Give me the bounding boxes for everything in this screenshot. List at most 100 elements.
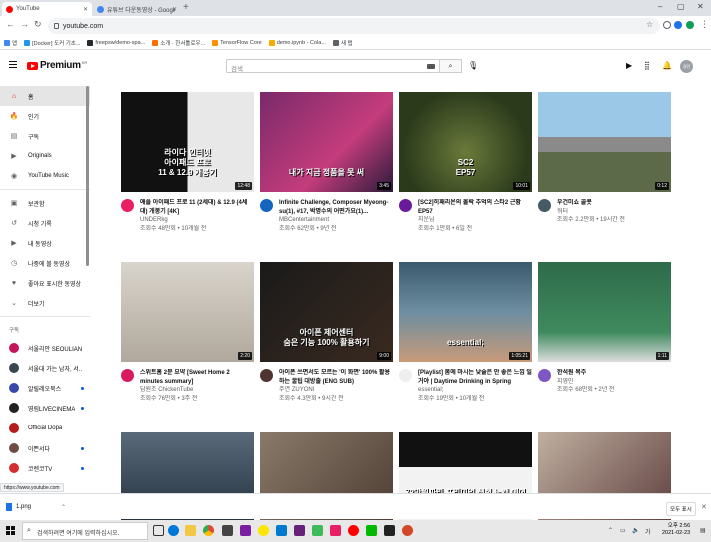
back-button[interactable]: ← bbox=[6, 19, 15, 29]
video-card[interactable]: SC2 EP57 10:01 [SC2]히패리온의 몰락 추억의 스타2 근황 EP… bbox=[399, 92, 532, 233]
video-thumbnail[interactable]: 라이다 인터넷 아이패드 프로 11 & 12.9 개봉기 12:48 bbox=[121, 92, 254, 192]
apps-grid-icon[interactable]: ⣿ bbox=[644, 61, 650, 70]
video-card[interactable]: 2:20 스위트홈 2분 요약 [Sweet Home 2 minutes sum… bbox=[121, 262, 254, 403]
minimize-button[interactable]: – bbox=[658, 2, 662, 11]
system-clock[interactable]: 오후 2:56 2021-02-23 bbox=[662, 523, 690, 537]
video-card[interactable]: 아이폰 제어센터 숨은 기능 100% 활용하기 9:00 아이폰 쓰면서도 모르는… bbox=[260, 262, 393, 403]
video-thumbnail[interactable]: essential; 1:05:21 bbox=[399, 262, 532, 362]
network-icon[interactable]: ▭ bbox=[620, 527, 626, 534]
profile-icon[interactable] bbox=[686, 21, 694, 29]
video-thumbnail[interactable]: SC2 EP57 10:01 bbox=[399, 92, 532, 192]
sidebar-item[interactable]: ↺ 시청 기록 bbox=[0, 213, 90, 233]
video-card[interactable]: essential; 1:05:21 [Playlist] 봄에 마시는 낮술은 안… bbox=[399, 262, 532, 403]
terminal-icon[interactable] bbox=[384, 525, 395, 536]
sidebar-scrollbar[interactable] bbox=[86, 86, 89, 266]
bookmark-item[interactable]: [Docker] 도커 기초... bbox=[24, 39, 80, 47]
video-thumbnail[interactable]: 0:12 bbox=[538, 92, 671, 192]
subscription-item[interactable]: 영림LIVECINEMA bbox=[0, 398, 90, 418]
sidebar-item[interactable]: ◷ 나중에 볼 동영상 bbox=[0, 253, 90, 273]
tab-google-search[interactable]: 유튜브 다운동영상 - Google 검 ✕ bbox=[93, 2, 181, 16]
close-downloads-icon[interactable]: ✕ bbox=[701, 503, 707, 511]
keyboard-icon[interactable] bbox=[427, 64, 435, 69]
channel-name[interactable]: 워터 bbox=[557, 208, 625, 217]
bookmark-item[interactable]: freepsw/demo-spa... bbox=[87, 39, 145, 46]
app-icon[interactable] bbox=[366, 525, 377, 536]
video-card[interactable]: 라이다 인터넷 아이패드 프로 11 & 12.9 개봉기 12:48 애플 아이패… bbox=[121, 92, 254, 233]
bookmark-item[interactable]: demo.ipynb - Cola... bbox=[268, 39, 326, 46]
app-icon[interactable] bbox=[312, 525, 323, 536]
youtube-premium-logo[interactable]: Premium KR bbox=[27, 60, 87, 71]
microphone-icon[interactable]: 🎙 bbox=[468, 61, 478, 70]
video-card[interactable]: 내가 지금 정품을 못 써 3:45 Infinite Challenge, Com… bbox=[260, 92, 393, 233]
create-video-icon[interactable]: ▶ bbox=[626, 61, 632, 70]
channel-name[interactable]: 주연 ZUYONI bbox=[279, 386, 393, 395]
channel-avatar[interactable] bbox=[121, 199, 134, 212]
video-title[interactable]: 애플 아이패드 프로 11 (2세대) & 12.9 (4세대) 개봉기 [4K… bbox=[140, 199, 254, 216]
sidebar-item[interactable]: ⌄ 더보기 bbox=[0, 293, 90, 313]
subscription-item[interactable]: 알릴레오북스 bbox=[0, 378, 90, 398]
video-title[interactable]: 한석원 목주 bbox=[557, 369, 614, 378]
video-title[interactable]: 우건미쇼 콜콧 bbox=[557, 199, 625, 208]
video-thumbnail[interactable]: 1:11 bbox=[538, 262, 671, 362]
channel-avatar[interactable] bbox=[260, 199, 273, 212]
app-icon[interactable] bbox=[240, 525, 251, 536]
channel-name[interactable]: 지운님 bbox=[418, 216, 532, 225]
subscription-item[interactable]: 서울대 가는 남자, 서... bbox=[0, 358, 90, 378]
video-title[interactable]: 스위트홈 2분 요약 [Sweet Home 2 minutes summary… bbox=[140, 369, 254, 386]
sidebar-item[interactable]: ▶ 내 동영상 bbox=[0, 233, 90, 253]
notifications-icon[interactable]: ▤ bbox=[700, 527, 706, 534]
visual-studio-icon[interactable] bbox=[294, 525, 305, 536]
show-all-downloads-button[interactable]: 모두 표시 bbox=[666, 502, 696, 516]
channel-avatar[interactable] bbox=[538, 369, 551, 382]
app-icon[interactable] bbox=[330, 525, 341, 536]
chevron-up-icon[interactable]: ⌃ bbox=[61, 504, 66, 511]
tab-youtube[interactable]: YouTube ✕ bbox=[2, 2, 92, 16]
address-bar[interactable]: youtube.com bbox=[48, 18, 660, 34]
chrome-icon[interactable] bbox=[203, 525, 214, 536]
download-item[interactable]: 1.png ⌃ bbox=[6, 503, 66, 511]
subscription-item[interactable]: 코렌코TV bbox=[0, 458, 90, 478]
close-window-button[interactable]: ✕ bbox=[697, 2, 704, 11]
powerpoint-icon[interactable] bbox=[402, 525, 413, 536]
bookmark-item[interactable]: 소개 · 한서툴로우... bbox=[152, 39, 205, 47]
sidebar-item[interactable]: ▤ 구독 bbox=[0, 126, 90, 146]
search-button[interactable]: ⌕ bbox=[440, 59, 462, 73]
video-card[interactable]: 1:11 한석원 목주 지영민 조회수 68만회 • 2년 전 bbox=[538, 262, 671, 395]
sidebar-item[interactable]: ◉ YouTube Music bbox=[0, 166, 90, 186]
channel-avatar[interactable] bbox=[121, 369, 134, 382]
channel-name[interactable]: UNDERkg bbox=[140, 216, 254, 225]
bookmark-item[interactable]: 새 탭 bbox=[332, 39, 353, 47]
subscription-item[interactable]: 서울리안 SEOULIAN bbox=[0, 338, 90, 358]
taskbar-search-input[interactable]: ⌕ 검색하려면 여기에 입력하십시오. bbox=[22, 522, 148, 540]
windows-start-icon[interactable] bbox=[6, 526, 15, 535]
sidebar-item[interactable]: ♥ 좋아요 표시한 동영상 bbox=[0, 273, 90, 293]
ime-indicator[interactable]: 가 bbox=[645, 527, 651, 536]
video-title[interactable]: [SC2]히패리온의 몰락 추억의 스타2 근황 EP57 bbox=[418, 199, 532, 216]
subscription-item[interactable]: 이쁜서다 bbox=[0, 438, 90, 458]
reload-button[interactable]: ↻ bbox=[34, 19, 42, 30]
extension-icon[interactable] bbox=[674, 21, 682, 29]
task-view-icon[interactable] bbox=[153, 525, 164, 536]
bookmark-item[interactable]: 앱 bbox=[4, 39, 17, 47]
sidebar-item[interactable]: 🔥 인기 bbox=[0, 106, 90, 126]
sidebar-item[interactable]: ▣ 보관함 bbox=[0, 193, 90, 213]
channel-avatar[interactable] bbox=[260, 369, 273, 382]
forward-button[interactable]: → bbox=[20, 19, 29, 29]
video-card[interactable]: 0:12 우건미쇼 콜콧 워터 조회수 2.2만회 • 19시간 전 bbox=[538, 92, 671, 225]
video-thumbnail[interactable]: 2:20 bbox=[121, 262, 254, 362]
tray-chevron-icon[interactable]: ⌃ bbox=[608, 527, 613, 534]
new-tab-button[interactable]: + bbox=[183, 2, 189, 13]
volume-icon[interactable]: 🔈 bbox=[632, 527, 639, 534]
subscription-item[interactable]: Official Dopa bbox=[0, 418, 90, 438]
sidebar-item[interactable]: ⌂ 홈 bbox=[0, 86, 90, 106]
channel-avatar[interactable] bbox=[538, 199, 551, 212]
close-tab-icon[interactable]: ✕ bbox=[83, 6, 88, 13]
hamburger-menu-icon[interactable] bbox=[9, 61, 17, 70]
channel-avatar[interactable] bbox=[399, 369, 412, 382]
kakaotalk-icon[interactable] bbox=[258, 525, 269, 536]
channel-avatar[interactable] bbox=[399, 199, 412, 212]
menu-kebab-icon[interactable]: ⋮ bbox=[700, 19, 709, 30]
notifications-bell-icon[interactable]: 🔔 bbox=[662, 61, 672, 70]
youtube-app-icon[interactable] bbox=[348, 525, 359, 536]
video-title[interactable]: Infinite Challenge, Composer Myeong-su(1… bbox=[279, 199, 393, 216]
